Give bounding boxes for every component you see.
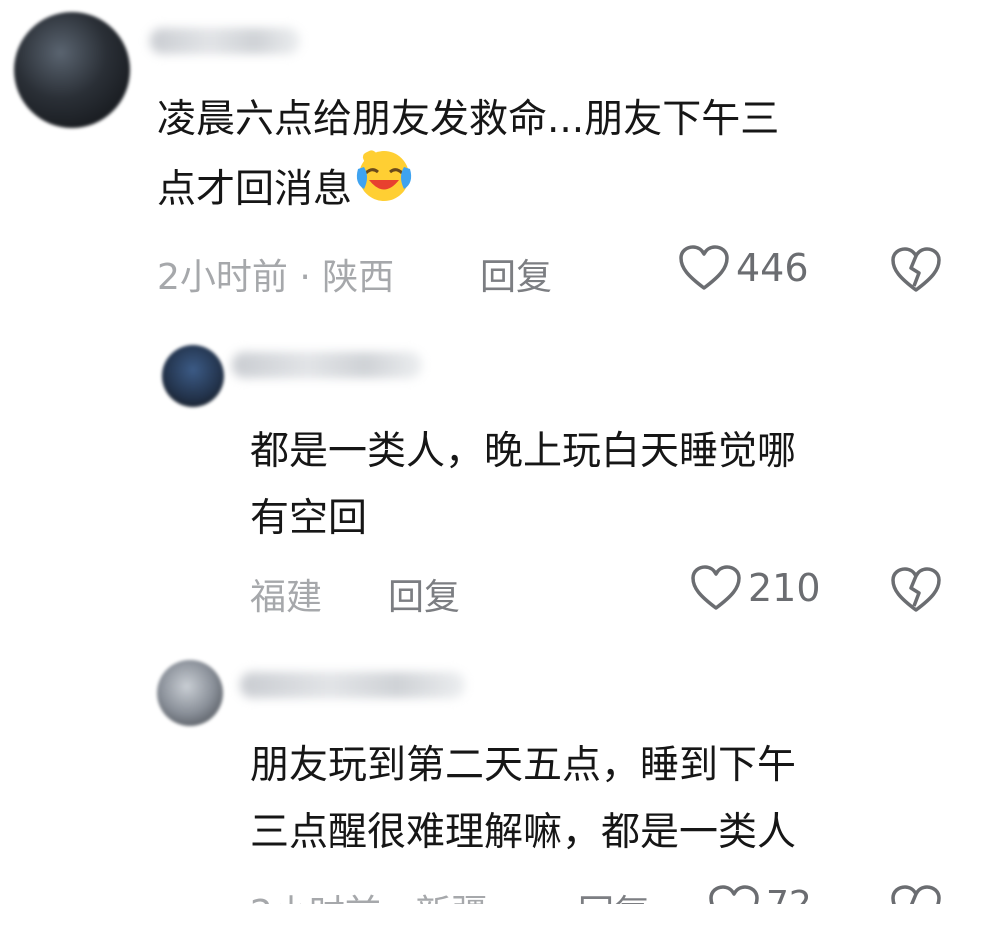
username-blurred[interactable]: [240, 672, 465, 698]
heart-outline-icon[interactable]: [708, 884, 760, 904]
comment-text: 朋友玩到第二天五点，睡到下午 三点醒很难理解嘛，都是一类人: [250, 732, 796, 866]
comment-line: 有空回: [250, 496, 368, 541]
comment-meta: 福建: [250, 577, 323, 618]
username-blurred[interactable]: [150, 28, 300, 54]
like-count: 210: [748, 566, 821, 610]
comment-line-text: 点才回消息: [157, 167, 353, 212]
comment-line: 三点醒很难理解嘛，都是一类人: [250, 810, 797, 855]
comment-meta: 2小时前 · 新疆: [250, 884, 487, 904]
reply-button[interactable]: 回复: [480, 248, 552, 300]
broken-heart-icon[interactable]: [890, 246, 942, 294]
comment-line: 朋友玩到第二天五点，睡到下午: [250, 743, 797, 788]
avatar[interactable]: [14, 12, 130, 128]
heart-outline-icon: [690, 564, 742, 612]
reply-button[interactable]: 回复: [388, 568, 460, 620]
comment-meta-row-cut: 2小时前 · 新疆 回复 72: [0, 884, 1003, 904]
broken-heart-icon[interactable]: [890, 566, 942, 614]
like-button[interactable]: 446: [678, 244, 809, 292]
comment-line: 都是一类人，晚上玩白天睡觉哪: [250, 429, 797, 474]
like-count: 72: [766, 884, 812, 904]
crying-laughing-emoji-icon: [354, 147, 414, 224]
broken-heart-icon[interactable]: [890, 884, 942, 904]
like-button[interactable]: 210: [690, 564, 821, 612]
comment-text: 都是一类人，晚上玩白天睡觉哪 有空回: [250, 418, 796, 552]
avatar[interactable]: [162, 345, 224, 407]
heart-outline-icon: [678, 244, 730, 292]
reply-button[interactable]: 回复: [578, 884, 650, 904]
comment-line: 点才回消息: [157, 150, 779, 230]
comment-meta: 2小时前 · 陕西: [157, 257, 395, 298]
comment-line: 凌晨六点给朋友发救命...朋友下午三: [157, 97, 780, 142]
username-blurred[interactable]: [232, 352, 422, 378]
like-count: 446: [736, 246, 809, 290]
comment-text: 凌晨六点给朋友发救命...朋友下午三 点才回消息: [157, 86, 779, 230]
avatar[interactable]: [157, 660, 223, 726]
